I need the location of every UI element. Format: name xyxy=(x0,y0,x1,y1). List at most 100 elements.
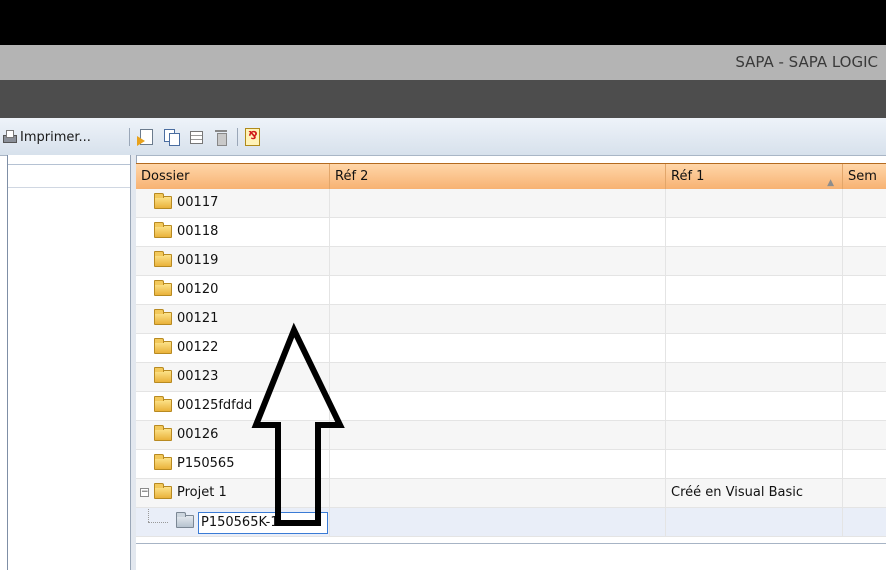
table-row[interactable]: 00118 xyxy=(136,218,886,247)
export-document-button[interactable] xyxy=(137,126,155,148)
cell-sem[interactable] xyxy=(843,189,886,217)
column-header-sem[interactable]: Sem xyxy=(843,164,886,189)
cell-sem[interactable] xyxy=(843,508,886,536)
cell-sem[interactable] xyxy=(843,218,886,246)
cell-ref2[interactable] xyxy=(330,276,666,304)
cell-dossier[interactable]: 00123 xyxy=(136,363,330,391)
cell-ref1[interactable] xyxy=(666,276,843,304)
folder-icon xyxy=(154,280,172,296)
grid-view-button[interactable] xyxy=(188,126,204,148)
cell-dossier[interactable]: 00126 xyxy=(136,421,330,449)
cell-dossier[interactable]: 00119 xyxy=(136,247,330,275)
sort-ascending-icon: ▲ xyxy=(827,178,834,188)
folder-icon xyxy=(176,512,194,528)
table-row[interactable]: P150565K-1 xyxy=(136,508,886,537)
dossier-name: 00119 xyxy=(177,253,219,268)
table-row[interactable]: 00120 xyxy=(136,276,886,305)
cell-ref2[interactable] xyxy=(330,392,666,420)
grid-header: Dossier Réf 2 Réf 1 ▲ Sem xyxy=(136,164,886,190)
cell-dossier[interactable]: 00122 xyxy=(136,334,330,362)
cell-ref1[interactable]: Créé en Visual Basic xyxy=(666,479,843,507)
grid-bottom-border xyxy=(136,543,886,544)
cell-ref2[interactable] xyxy=(330,450,666,478)
cell-sem[interactable] xyxy=(843,363,886,391)
table-row[interactable]: 00126 xyxy=(136,421,886,450)
table-row[interactable]: 00123 xyxy=(136,363,886,392)
table-row[interactable]: 00122 xyxy=(136,334,886,363)
cell-ref2[interactable] xyxy=(330,247,666,275)
column-header-ref2[interactable]: Réf 2 xyxy=(330,164,666,189)
table-row[interactable]: 00121 xyxy=(136,305,886,334)
export-document-icon xyxy=(137,128,155,146)
copy-button[interactable] xyxy=(163,126,181,148)
cell-ref1[interactable] xyxy=(666,189,843,217)
cell-sem[interactable] xyxy=(843,450,886,478)
cell-ref2[interactable] xyxy=(330,305,666,333)
cell-sem[interactable] xyxy=(843,334,886,362)
cell-ref1[interactable] xyxy=(666,421,843,449)
column-header-ref1[interactable]: Réf 1 ▲ xyxy=(666,164,843,189)
window-title: SAPA - SAPA LOGIC xyxy=(735,53,878,71)
collapse-toggle[interactable]: − xyxy=(140,488,149,497)
left-panel-header xyxy=(8,165,131,188)
toolbar-separator xyxy=(129,128,130,146)
dossier-name: 00120 xyxy=(177,282,219,297)
cell-ref2[interactable] xyxy=(330,479,666,507)
table-row[interactable]: P150565 xyxy=(136,450,886,479)
printer-icon xyxy=(3,130,17,144)
trash-icon xyxy=(213,128,229,146)
cell-ref2[interactable] xyxy=(330,508,666,536)
rename-input[interactable]: P150565K-1 xyxy=(198,512,328,534)
cell-dossier[interactable]: 00117 xyxy=(136,189,330,217)
cell-dossier[interactable]: P150565 xyxy=(136,450,330,478)
cell-ref1[interactable] xyxy=(666,508,843,536)
cell-sem[interactable] xyxy=(843,305,886,333)
cell-ref1[interactable] xyxy=(666,305,843,333)
dossier-name: 00126 xyxy=(177,427,219,442)
cell-dossier[interactable]: P150565K-1 xyxy=(136,508,330,536)
cell-dossier[interactable]: 00121 xyxy=(136,305,330,333)
folder-icon xyxy=(154,367,172,383)
cell-ref1[interactable] xyxy=(666,363,843,391)
table-row[interactable]: 00117 xyxy=(136,189,886,218)
copy-icon xyxy=(163,128,181,146)
table-row[interactable]: 00125fdfdd xyxy=(136,392,886,421)
folder-icon xyxy=(154,338,172,354)
table-row[interactable]: − Projet 1 Créé en Visual Basic xyxy=(136,479,886,508)
delete-button[interactable] xyxy=(213,126,229,148)
cell-ref2[interactable] xyxy=(330,421,666,449)
dark-ribbon-bar xyxy=(0,80,886,118)
cell-ref1[interactable] xyxy=(666,218,843,246)
cell-dossier[interactable]: − Projet 1 xyxy=(136,479,330,507)
dossier-name: Projet 1 xyxy=(177,485,227,500)
cell-sem[interactable] xyxy=(843,392,886,420)
cell-ref1[interactable] xyxy=(666,334,843,362)
toolbar: Imprimer... ⅋ xyxy=(0,118,886,156)
folder-icon xyxy=(154,309,172,325)
folder-icon xyxy=(154,222,172,238)
pdf-export-button[interactable]: ⅋ xyxy=(243,126,263,148)
title-bar: SAPA - SAPA LOGIC xyxy=(0,45,886,80)
cell-ref1[interactable] xyxy=(666,247,843,275)
cell-dossier[interactable]: 00120 xyxy=(136,276,330,304)
left-panel xyxy=(7,155,131,570)
table-row[interactable]: 00119 xyxy=(136,247,886,276)
dossier-name: 00122 xyxy=(177,340,219,355)
cell-ref2[interactable] xyxy=(330,363,666,391)
cell-dossier[interactable]: 00125fdfdd xyxy=(136,392,330,420)
top-black-bar xyxy=(0,0,886,45)
cell-sem[interactable] xyxy=(843,421,886,449)
cell-sem[interactable] xyxy=(843,479,886,507)
dossier-name: 00117 xyxy=(177,195,219,210)
cell-dossier[interactable]: 00118 xyxy=(136,218,330,246)
cell-ref2[interactable] xyxy=(330,218,666,246)
cell-ref2[interactable] xyxy=(330,189,666,217)
column-header-dossier[interactable]: Dossier xyxy=(136,164,330,189)
cell-sem[interactable] xyxy=(843,247,886,275)
cell-ref2[interactable] xyxy=(330,334,666,362)
print-button[interactable]: Imprimer... xyxy=(3,126,91,148)
cell-ref1[interactable] xyxy=(666,392,843,420)
dossier-grid: Dossier Réf 2 Réf 1 ▲ Sem 00117 00118 0011… xyxy=(136,163,886,571)
cell-ref1[interactable] xyxy=(666,450,843,478)
cell-sem[interactable] xyxy=(843,276,886,304)
